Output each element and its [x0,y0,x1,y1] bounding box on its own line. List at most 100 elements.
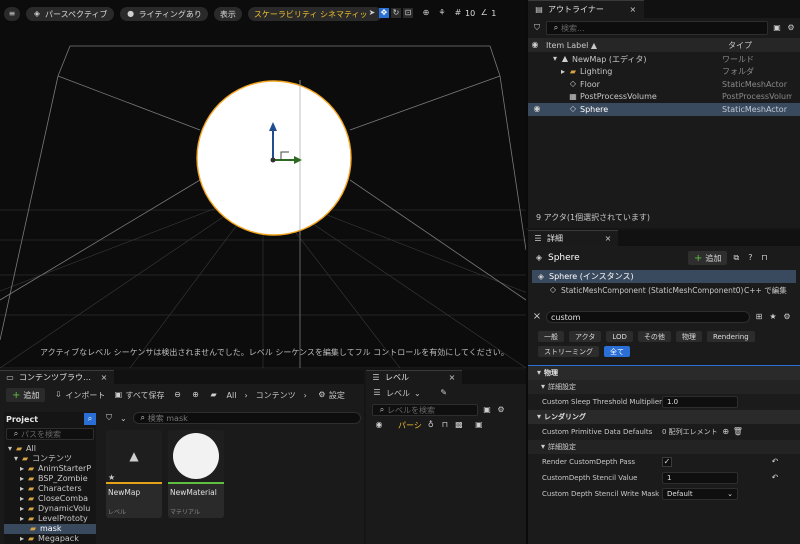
rotate-tool-icon[interactable]: ↻ [391,8,401,18]
blueprint-icon[interactable]: ⧉ [731,253,741,263]
grid-view-icon[interactable]: ⊞ [754,312,764,322]
tree-item[interactable]: ▸ ▰ BSP_Zombie [4,474,96,484]
visibility-icon[interactable]: ◉ [530,104,544,114]
filter-physics[interactable]: 物理 [675,331,702,342]
grid-snap-icon[interactable]: # [453,8,463,18]
asset-search-input[interactable]: ⌕ 検索 mask [132,412,361,424]
breadcrumb-all[interactable]: All [227,391,237,400]
world-space-icon[interactable]: ⊕ [421,8,431,18]
filter-actor[interactable]: アクタ [569,331,602,342]
list-item[interactable]: ◇ Floor StaticMeshActor [528,78,800,91]
list-item[interactable]: ▸ ▰ Lighting フォルダ [528,66,800,79]
filter-general[interactable]: 一般 [538,331,564,342]
reset-icon[interactable]: ↶ [770,457,780,467]
scale-tool-icon[interactable]: ⊡ [403,8,413,18]
list-item[interactable]: ▾ ▲ NewMap (エディタ) ワールド [528,53,800,66]
add-component-button[interactable]: + 追加 [688,251,728,265]
help-icon[interactable]: ? [745,253,755,263]
list-item-selected[interactable]: ◉ ◇ Sphere StaticMeshActor [528,103,800,116]
tab-content-browser[interactable]: ▭ コンテンツブラウ… × [0,370,114,384]
lock-icon[interactable]: ⊓ [440,420,450,430]
color-icon[interactable]: ▩ [454,420,464,430]
add-button[interactable]: + 追加 [6,388,46,402]
stencil-mask-select[interactable]: Default ⌄ [662,487,738,500]
chevron-down-icon[interactable]: ⌄ [120,414,127,423]
levels-dropdown[interactable]: レベル [386,388,410,399]
back-icon[interactable]: ⊖ [173,390,183,400]
settings-icon[interactable]: ⚙ [786,23,796,33]
level-search-input[interactable]: ⌕ レベルを検索 [372,404,478,416]
stencil-value-input[interactable]: 1 [662,471,738,484]
tree-item[interactable]: ▸ ▰ Megapack [4,534,96,544]
section-physics[interactable]: ▾ 物理 [528,366,800,380]
filter-lod[interactable]: LOD [606,331,633,342]
surface-snap-icon[interactable]: ⚘ [437,8,447,18]
breadcrumb-content[interactable]: コンテンツ [256,390,296,401]
trash-icon[interactable]: 🗑 [733,427,743,437]
tab-details[interactable]: ☰ 詳細 × [528,230,618,246]
chevron-down-icon[interactable]: ⌄ [414,389,421,398]
section-rendering[interactable]: ▾ レンダリング [528,410,800,424]
section-rendering-advanced[interactable]: ▾ 詳細設定 [528,440,800,454]
asset-tile[interactable]: ▲ ★ NewMap レベル [106,430,162,518]
close-icon[interactable]: × [603,234,613,244]
lightbulb-icon[interactable]: ♁ [426,420,436,430]
close-icon[interactable]: × [99,373,109,383]
level-row[interactable]: ◉ パーシ ♁ ⊓ ▩ ▣ [366,418,526,432]
tree-item-selected[interactable]: ▰ mask [4,524,96,534]
lighting-button[interactable]: ● ライティングあり [119,7,208,21]
list-item[interactable]: ▦ PostProcessVolume PostProcessVolum [528,91,800,104]
save-all-button[interactable]: ▣ すべて保存 [113,390,165,401]
edit-cpp-link[interactable]: C++ で編集 [744,285,787,296]
details-search-input[interactable]: custom [546,311,750,323]
add-level-icon[interactable]: ▣ [482,405,492,415]
levels-menu-icon[interactable]: ☰ [372,388,382,398]
add-folder-icon[interactable]: ▣ [772,23,782,33]
col-item-label[interactable]: Item Label ▲ [542,41,726,50]
filter-streaming[interactable]: ストリーミング [538,346,599,357]
filter-icon[interactable]: ⛉ [532,23,542,33]
scalability-button[interactable]: スケーラビリティ シネマティック [247,7,382,21]
angle-snap-icon[interactable]: ∠ [479,8,489,18]
filter-icon[interactable]: ⛉ [104,413,114,423]
asset-tile[interactable]: NewMaterial マテリアル [168,430,224,518]
component-row[interactable]: ◇ StaticMeshComponent (StaticMeshCompone… [528,283,800,297]
move-tool-icon[interactable]: ✥ [379,8,389,18]
instance-row[interactable]: ◈ Sphere (インスタンス) [532,270,796,283]
settings-button[interactable]: ⚙ 設定 [317,390,345,401]
edit-icon[interactable]: ✎ [439,388,449,398]
path-search-input[interactable]: ⌕ パスを検索 [6,428,94,440]
import-button[interactable]: ⇩ インポート [53,390,105,401]
tree-item[interactable]: ▸ ▰ CloseComba [4,494,96,504]
clear-search-icon[interactable]: × [532,312,542,322]
settings-icon[interactable]: ⚙ [496,405,506,415]
filter-all[interactable]: 全て [604,346,630,357]
project-label[interactable]: Project [6,415,38,424]
close-icon[interactable]: × [628,5,638,15]
show-button[interactable]: 表示 [213,7,242,21]
section-physics-advanced[interactable]: ▾ 詳細設定 [528,380,800,394]
tree-item[interactable]: ▾ ▰ All [4,444,96,454]
expand-icon[interactable]: ▸ [558,67,568,77]
render-depth-checkbox[interactable]: ✓ [662,456,672,467]
tree-item[interactable]: ▸ ▰ Characters [4,484,96,494]
save-icon[interactable]: ▣ [474,420,484,430]
favorite-star-icon[interactable]: ★ [768,312,778,322]
tree-item[interactable]: ▾ ▰ コンテンツ [4,454,96,464]
grid-snap-value[interactable]: 10 [465,9,475,18]
tree-item[interactable]: ▸ ▰ DynamicVolu [4,504,96,514]
reset-icon[interactable]: ↶ [770,473,780,483]
tree-item[interactable]: ▸ ▰ AnimStarterP [4,464,96,474]
tab-outliner[interactable]: ▤ アウトライナー × [528,0,644,18]
collapse-icon[interactable]: ▾ [550,54,560,64]
lock-icon[interactable]: ⊓ [759,253,769,263]
col-type[interactable]: タイプ [726,40,752,51]
viewport[interactable]: ≡ ◈ パースペクティブ ● ライティングあり 表示 スケーラビリティ シネマティッ… [0,0,526,368]
perspective-button[interactable]: ◈ パースペクティブ [26,7,114,21]
tab-levels[interactable]: ☰ レベル × [366,370,462,384]
tree-item[interactable]: ▸ ▰ LevelPrototy [4,514,96,524]
select-tool-icon[interactable]: ➤ [367,8,377,18]
visibility-icon[interactable]: ◉ [374,420,384,430]
forward-icon[interactable]: ⊕ [191,390,201,400]
settings-icon[interactable]: ⚙ [782,312,792,322]
